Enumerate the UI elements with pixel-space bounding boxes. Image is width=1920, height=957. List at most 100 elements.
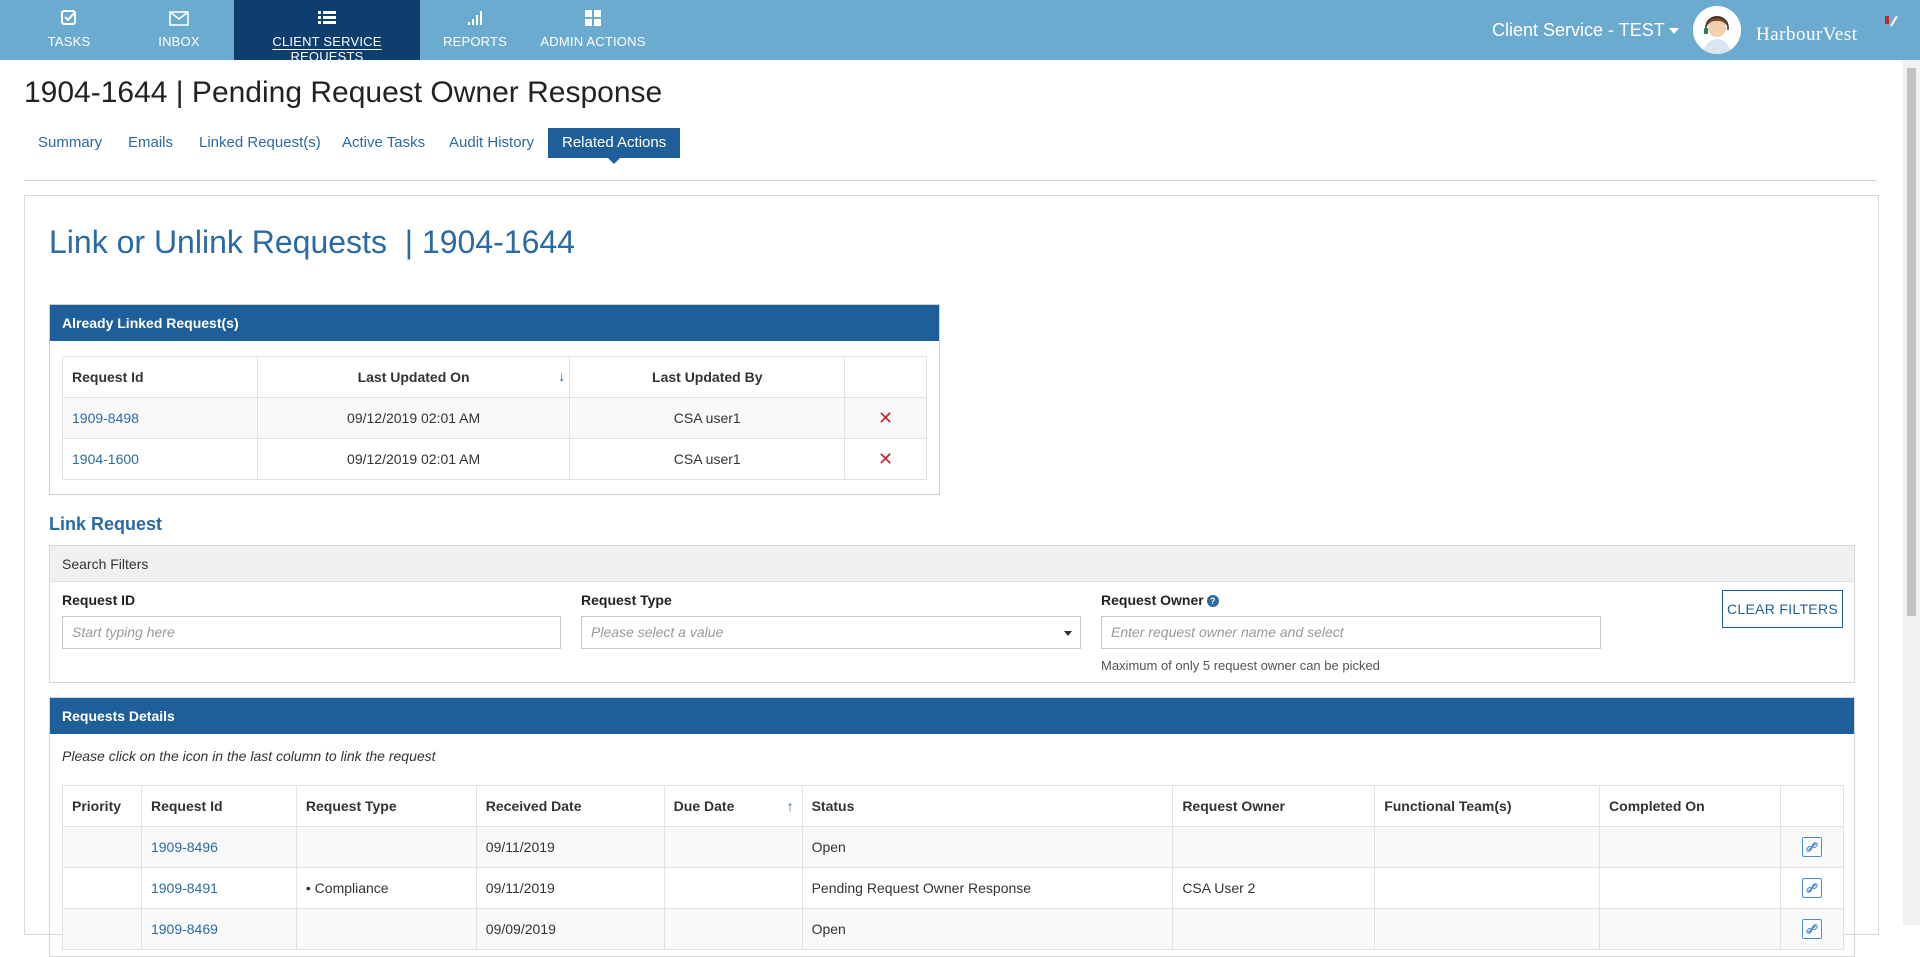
- chevron-down-icon: [1668, 28, 1679, 35]
- request-id-link[interactable]: 1909-8498: [62, 397, 258, 439]
- nav-admin-actions[interactable]: ADMIN ACTIONS: [534, 0, 652, 60]
- nav-client-service-requests[interactable]: CLIENT SERVICE REQUESTS: [234, 0, 420, 64]
- completed-on-cell: [1599, 908, 1781, 950]
- user-avatar-icon: [1693, 6, 1741, 54]
- column-header[interactable]: Status: [801, 785, 1174, 827]
- request-owner-label: Request Owner: [1101, 592, 1204, 608]
- user-menu[interactable]: Client Service - TEST: [1492, 20, 1679, 41]
- request-type-placeholder: Please select a value: [591, 624, 724, 640]
- column-header[interactable]: Request Owner: [1172, 785, 1376, 827]
- request-id-label: Request ID: [62, 592, 136, 608]
- nav-tasks[interactable]: TASKS: [24, 0, 114, 60]
- request-owner-input[interactable]: Enter request owner name and select: [1101, 616, 1601, 649]
- table-row: 1909-8491 • Compliance 09/11/2019 Pendin…: [62, 867, 1845, 909]
- requests-details-header: Requests Details: [50, 698, 1854, 734]
- request-id-link[interactable]: 1909-8491: [140, 867, 297, 909]
- tab-audit-history[interactable]: Audit History: [449, 128, 534, 158]
- page-scrollbar[interactable]: [1903, 60, 1920, 925]
- section-title: Link or Unlink Requests | 1904-1644: [49, 224, 575, 260]
- priority-cell: [62, 867, 142, 909]
- requests-details-table: Priority Request Id Request Type Receive…: [62, 785, 1845, 950]
- clear-filters-button[interactable]: CLEAR FILTERS: [1722, 590, 1843, 628]
- requests-details-instruction: Please click on the icon in the last col…: [62, 748, 436, 764]
- already-linked-box: Already Linked Request(s) Request Id Las…: [49, 304, 940, 495]
- related-actions-panel: Link or Unlink Requests | 1904-1644 Alre…: [24, 195, 1879, 957]
- request-owner-cell: CSA User 2: [1172, 867, 1376, 909]
- nav-admin-actions-label: ADMIN ACTIONS: [540, 34, 646, 49]
- nav-reports[interactable]: REPORTS: [430, 0, 520, 60]
- status-cell: Open: [801, 826, 1174, 868]
- column-header-due-date[interactable]: Due Date ↑: [663, 785, 803, 827]
- request-owner-cell: [1172, 826, 1376, 868]
- last-updated-on-cell: 09/12/2019 02:01 AM: [256, 438, 571, 480]
- column-header[interactable]: Last Updated By: [569, 356, 846, 398]
- request-id-text: 1904-1600: [72, 451, 139, 467]
- divider: [24, 180, 1877, 181]
- request-id-link[interactable]: 1904-1600: [62, 438, 258, 480]
- request-type-select[interactable]: Please select a value: [581, 616, 1081, 649]
- request-id-text: 1909-8491: [150, 880, 218, 896]
- request-id-text: 1909-8469: [150, 921, 218, 937]
- priority-cell: [62, 826, 142, 868]
- last-updated-by-cell: CSA user1: [569, 397, 846, 439]
- link-request-button[interactable]: [1779, 867, 1845, 909]
- functional-team-cell: [1374, 908, 1601, 950]
- scrollbar-thumb[interactable]: [1907, 68, 1916, 616]
- link-icon: [1801, 837, 1822, 857]
- list-icon: [318, 11, 336, 24]
- top-navbar: TASKS INBOX CLIENT SERVICE REQUESTS REPO…: [0, 0, 1920, 64]
- help-icon[interactable]: ?: [1206, 595, 1219, 608]
- unlink-button[interactable]: ✕: [844, 438, 927, 480]
- status-cell: Pending Request Owner Response: [801, 867, 1174, 909]
- column-header[interactable]: Received Date: [475, 785, 665, 827]
- request-type-label: Request Type: [581, 592, 672, 608]
- nav-reports-label: REPORTS: [442, 34, 507, 49]
- nav-tasks-label: TASKS: [47, 34, 91, 49]
- column-header-last-updated-on[interactable]: Last Updated On ↓: [256, 356, 571, 398]
- column-header[interactable]: Priority: [62, 785, 142, 827]
- due-date-cell: [663, 867, 803, 909]
- priority-cell: [62, 908, 142, 950]
- request-id-placeholder: Start typing here: [72, 624, 175, 640]
- request-id-input[interactable]: Start typing here: [62, 616, 561, 649]
- tab-linked-requests[interactable]: Linked Request(s): [199, 128, 321, 158]
- linked-table: Request Id Last Updated On ↓ Last Update…: [62, 356, 927, 480]
- tab-active-tasks[interactable]: Active Tasks: [342, 128, 425, 158]
- request-id-link[interactable]: 1909-8469: [140, 908, 297, 950]
- sort-asc-icon: ↑: [786, 798, 794, 814]
- tab-summary[interactable]: Summary: [38, 128, 102, 158]
- column-header-label: Due Date: [673, 798, 735, 814]
- column-header: [844, 356, 927, 398]
- unlink-button[interactable]: ✕: [844, 397, 927, 439]
- link-request-title: Link Request: [49, 514, 163, 534]
- link-icon: [1801, 919, 1822, 939]
- link-icon: [1801, 878, 1822, 898]
- column-header[interactable]: Functional Team(s): [1374, 785, 1601, 827]
- table-row: 1909-8469 09/09/2019 Open: [62, 908, 1845, 950]
- tab-related-actions[interactable]: Related Actions: [548, 128, 681, 164]
- avatar[interactable]: [1693, 6, 1741, 54]
- sort-desc-icon: ↓: [558, 368, 566, 384]
- table-row: 1909-8496 09/11/2019 Open: [62, 826, 1845, 868]
- last-updated-by-cell: CSA user1: [569, 438, 846, 480]
- column-header-label: Last Updated On: [357, 369, 470, 385]
- already-linked-header: Already Linked Request(s): [50, 305, 939, 341]
- request-owner-placeholder: Enter request owner name and select: [1111, 624, 1344, 640]
- column-header[interactable]: Request Id: [140, 785, 297, 827]
- completed-on-cell: [1599, 826, 1781, 868]
- request-id-text: 1909-8496: [150, 839, 218, 855]
- link-request-button[interactable]: [1779, 908, 1845, 950]
- link-request-button[interactable]: [1779, 826, 1845, 868]
- checkbox-icon: [61, 10, 76, 25]
- request-id-link[interactable]: 1909-8496: [140, 826, 297, 868]
- nav-inbox[interactable]: INBOX: [134, 0, 224, 60]
- column-header[interactable]: Completed On: [1599, 785, 1781, 827]
- received-date-cell: 09/11/2019: [475, 826, 665, 868]
- table-row: 1904-1600 09/12/2019 02:01 AM CSA user1 …: [62, 438, 927, 480]
- column-header[interactable]: Request Id: [62, 356, 258, 398]
- column-header[interactable]: Request Type: [295, 785, 477, 827]
- user-menu-label: Client Service - TEST: [1492, 20, 1665, 40]
- tab-emails[interactable]: Emails: [128, 128, 173, 158]
- due-date-cell: [663, 908, 803, 950]
- request-id-text: 1909-8498: [72, 410, 139, 426]
